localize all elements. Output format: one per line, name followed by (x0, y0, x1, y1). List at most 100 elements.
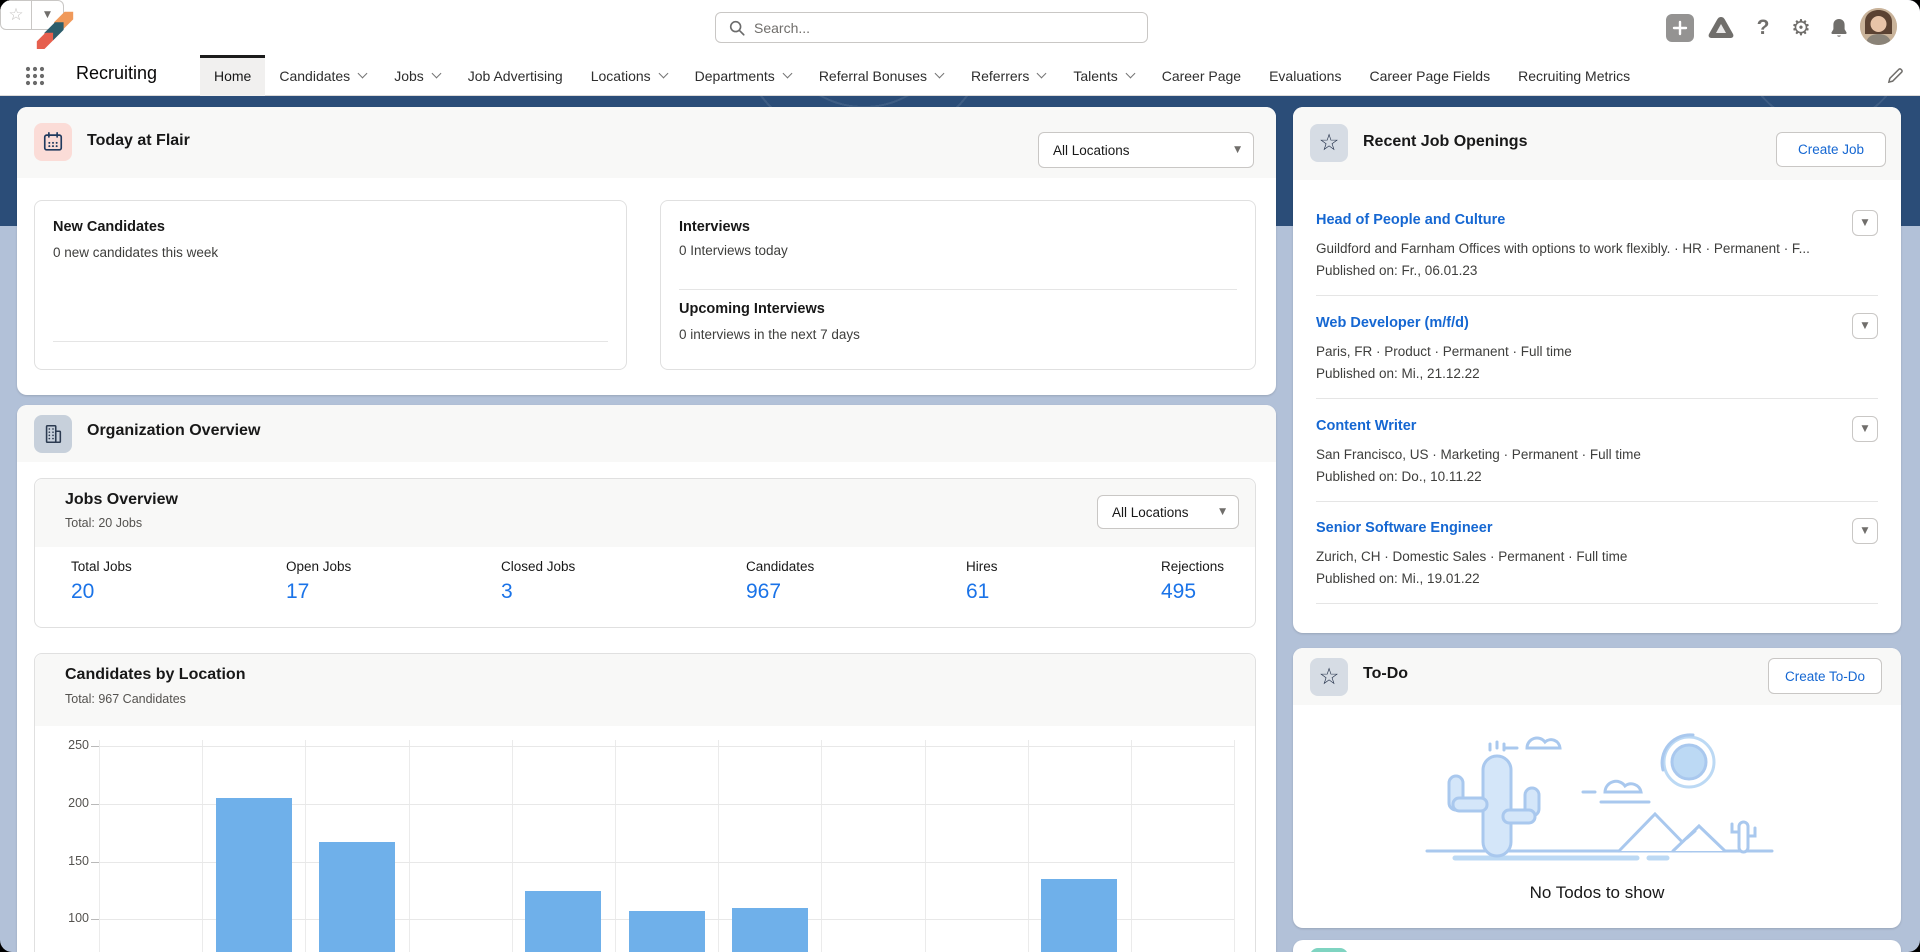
job-actions-caret-icon[interactable]: ▼ (1852, 313, 1878, 339)
new-candidates-text: 0 new candidates this week (53, 245, 218, 260)
today-at-flair-card: Today at Flair All Locations▼ New Candid… (17, 107, 1276, 395)
tab-job-advertising[interactable]: Job Advertising (454, 55, 577, 96)
divider (1316, 501, 1878, 502)
stat-value: 61 (966, 580, 998, 604)
create-todo-button[interactable]: Create To-Do (1768, 658, 1882, 694)
create-job-button[interactable]: Create Job (1776, 132, 1886, 167)
user-avatar[interactable] (1860, 8, 1897, 45)
job-title-link[interactable]: Content Writer (1316, 418, 1878, 434)
chart-axis-label: 150 (45, 854, 89, 868)
tab-referrers[interactable]: Referrers (957, 55, 1059, 96)
edit-nav-pencil-icon[interactable] (1887, 67, 1904, 89)
question-help-icon[interactable]: ? (1749, 14, 1777, 42)
divider (1316, 603, 1878, 604)
chart-header (35, 654, 1255, 726)
teal-card-icon (1310, 948, 1348, 952)
job-title-link[interactable]: Head of People and Culture (1316, 212, 1878, 228)
building-icon (34, 415, 72, 453)
stat-hires: Hires 61 (966, 559, 998, 604)
tab-recruiting-metrics[interactable]: Recruiting Metrics (1504, 55, 1644, 96)
select-caret-icon: ▼ (1234, 145, 1241, 155)
notifications-bell-icon[interactable] (1824, 14, 1854, 42)
stat-closed-jobs: Closed Jobs 3 (501, 559, 575, 604)
chevron-down-icon[interactable] (431, 69, 441, 79)
job-published: Published on: Mi., 21.12.22 (1316, 366, 1480, 381)
stat-value: 495 (1161, 580, 1224, 604)
divider (1316, 295, 1878, 296)
chart-bar (319, 842, 395, 952)
quick-add-plus-icon[interactable] (1666, 14, 1694, 42)
chevron-down-icon[interactable] (1037, 69, 1047, 79)
chart-axis-tick (91, 746, 99, 747)
calendar-icon (34, 123, 72, 161)
tab-career-page-fields[interactable]: Career Page Fields (1355, 55, 1504, 96)
stat-value: 3 (501, 580, 575, 604)
today-location-filter[interactable]: All Locations▼ (1038, 132, 1254, 168)
chart-axis-tick (91, 919, 99, 920)
search-icon (728, 19, 746, 37)
new-candidates-tile: New Candidates 0 new candidates this wee… (34, 200, 627, 370)
stat-value: 967 (746, 580, 814, 604)
chart-axis-label: 250 (45, 738, 89, 752)
job-published: Published on: Fr., 06.01.23 (1316, 263, 1477, 278)
stat-open-jobs: Open Jobs 17 (286, 559, 351, 604)
jobs-card-title: Recent Job Openings (1363, 133, 1527, 151)
tab-career-page[interactable]: Career Page (1148, 55, 1255, 96)
search-input[interactable] (754, 20, 1147, 36)
tab-jobs[interactable]: Jobs (380, 55, 454, 96)
favorites-star-icon[interactable]: ☆ (0, 0, 32, 30)
job-details: San Francisco, US · Marketing · Permanen… (1316, 447, 1641, 462)
interviews-tile: Interviews 0 Interviews today Upcoming I… (660, 200, 1256, 370)
chevron-down-icon[interactable] (935, 69, 945, 79)
trailhead-help-icon[interactable] (1706, 14, 1736, 42)
chevron-down-icon[interactable] (782, 69, 792, 79)
interviews-title: Interviews (679, 219, 750, 235)
job-title-link[interactable]: Web Developer (m/f/d) (1316, 315, 1878, 331)
job-actions-caret-icon[interactable]: ▼ (1852, 210, 1878, 236)
app-window: ☆ ▼ ? ⚙ (0, 0, 1920, 952)
job-list-item: Senior Software Engineer Zurich, CH · Do… (1316, 520, 1878, 536)
tab-locations[interactable]: Locations (577, 55, 681, 96)
app-launcher-icon[interactable] (24, 65, 46, 87)
jobs-overview-header (35, 479, 1255, 547)
global-search (715, 12, 1148, 43)
chart-bar (216, 798, 292, 952)
job-details: Guildford and Farnham Offices with optio… (1316, 241, 1810, 256)
setup-gear-icon[interactable]: ⚙ (1786, 14, 1816, 42)
select-caret-icon: ▼ (1219, 507, 1226, 517)
nav-tabs: Home Candidates Jobs Job Advertising Loc… (200, 55, 1644, 96)
tab-home[interactable]: Home (200, 55, 265, 96)
job-list-item: Content Writer San Francisco, US · Marke… (1316, 418, 1878, 434)
job-published: Published on: Do., 10.11.22 (1316, 469, 1482, 484)
tab-referral-bonuses[interactable]: Referral Bonuses (805, 55, 957, 96)
today-card-title: Today at Flair (87, 132, 190, 150)
tab-evaluations[interactable]: Evaluations (1255, 55, 1355, 96)
flair-logo (32, 6, 78, 55)
tab-departments[interactable]: Departments (681, 55, 805, 96)
job-actions-caret-icon[interactable]: ▼ (1852, 416, 1878, 442)
jobs-overview-location-filter[interactable]: All Locations▼ (1097, 495, 1239, 529)
job-title-link[interactable]: Senior Software Engineer (1316, 520, 1878, 536)
new-candidates-title: New Candidates (53, 219, 165, 235)
chart-bar (732, 908, 808, 952)
job-actions-caret-icon[interactable]: ▼ (1852, 518, 1878, 544)
job-list-item: Web Developer (m/f/d) Paris, FR · Produc… (1316, 315, 1878, 331)
chart-title: Candidates by Location (65, 666, 245, 684)
jobs-overview-subtitle: Total: 20 Jobs (65, 516, 142, 530)
chevron-down-icon[interactable] (658, 69, 668, 79)
recent-job-openings-card: ☆ Recent Job Openings Create Job Head of… (1293, 107, 1901, 633)
tab-candidates[interactable]: Candidates (265, 55, 380, 96)
job-details: Paris, FR · Product · Permanent · Full t… (1316, 344, 1572, 359)
chart-bar (525, 891, 601, 952)
chart-bar (629, 911, 705, 952)
todo-empty-text: No Todos to show (1293, 883, 1901, 903)
tab-talents[interactable]: Talents (1059, 55, 1147, 96)
chevron-down-icon[interactable] (358, 69, 368, 79)
org-card-title: Organization Overview (87, 422, 260, 440)
stat-total-jobs: Total Jobs 20 (71, 559, 132, 604)
stat-rejections: Rejections 495 (1161, 559, 1224, 604)
chevron-down-icon[interactable] (1125, 69, 1135, 79)
chart-bar (1041, 879, 1117, 952)
todo-card-title: To-Do (1363, 665, 1408, 683)
stat-value: 17 (286, 580, 351, 604)
